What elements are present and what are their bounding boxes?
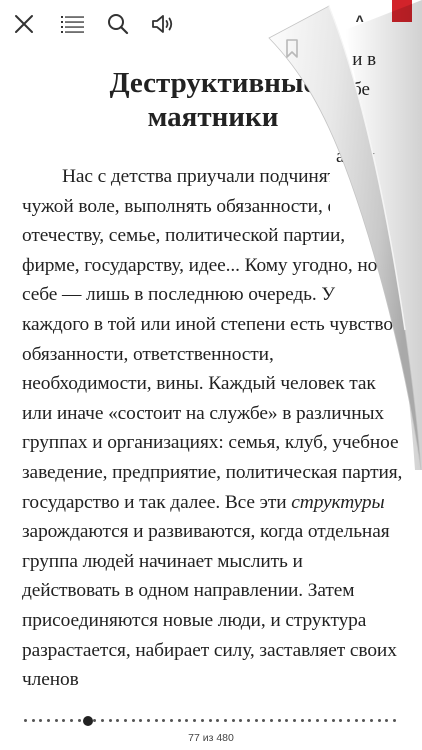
close-icon [15, 15, 33, 33]
progress-dot-current [82, 716, 93, 726]
progress-dot [47, 719, 51, 722]
progress-dot [139, 719, 143, 722]
flap-bookmark-icon [286, 39, 298, 58]
audio-button[interactable] [148, 8, 180, 40]
progress-dot [354, 719, 358, 722]
progress-dot [100, 719, 104, 722]
progress-dot [54, 719, 58, 722]
progress-dot [147, 719, 150, 722]
progress-dot [246, 719, 250, 722]
progress-dot [185, 719, 189, 722]
progress-dot [393, 719, 396, 722]
progress-dot [308, 719, 312, 722]
progress-dot [31, 719, 35, 722]
progress-dot [62, 719, 66, 722]
page-progress-dots[interactable] [24, 713, 396, 727]
paragraph-emphasis: структуры [291, 491, 385, 513]
progress-dot [131, 719, 135, 722]
progress-dot [116, 719, 120, 722]
progress-dot [262, 719, 266, 722]
speaker-icon [152, 15, 173, 33]
next-page-text-fragment: себе [335, 79, 370, 100]
next-page-text-fragment: ации [336, 146, 375, 167]
progress-dot [300, 719, 304, 722]
progress-dot [223, 719, 227, 722]
body-paragraph: Нас с детства приучали подчиняться чужой… [22, 162, 404, 695]
progress-dot [24, 719, 27, 722]
progress-dot [385, 719, 389, 722]
progress-dot [270, 719, 273, 722]
progress-dot [162, 719, 166, 722]
progress-dot [154, 719, 158, 722]
progress-dot [70, 719, 74, 722]
progress-dot [239, 719, 243, 722]
search-icon [108, 14, 129, 35]
progress-dot [39, 719, 43, 722]
progress-dot [285, 719, 289, 722]
next-page-text-fragment: ам и в [327, 49, 377, 70]
page-counter: 77 из 480 [188, 732, 234, 744]
progress-dot [377, 719, 381, 722]
close-button[interactable] [8, 8, 40, 40]
list-icon [61, 16, 84, 33]
progress-dot [93, 719, 97, 722]
progress-dot [346, 719, 350, 722]
progress-dot [200, 719, 204, 722]
progress-dot [254, 719, 258, 722]
progress-dot [331, 719, 335, 722]
progress-dot [123, 719, 127, 722]
progress-dot [108, 719, 112, 722]
progress-dot [231, 719, 235, 722]
progress-dot [177, 719, 181, 722]
progress-dot [316, 719, 320, 722]
progress-dot [362, 719, 366, 722]
progress-dot [323, 719, 327, 722]
progress-dot [170, 719, 174, 722]
table-of-contents-button[interactable] [57, 8, 89, 40]
progress-dot [277, 719, 281, 722]
progress-dot [293, 719, 297, 722]
progress-dot [369, 719, 373, 722]
progress-dot [77, 719, 81, 722]
progress-dot [216, 719, 220, 722]
search-button[interactable] [102, 8, 134, 40]
progress-dot [193, 719, 197, 722]
progress-dot [208, 719, 212, 722]
paragraph-text-2: зарождаются и развиваются, когда отдельн… [22, 521, 397, 691]
progress-dot [339, 719, 343, 722]
